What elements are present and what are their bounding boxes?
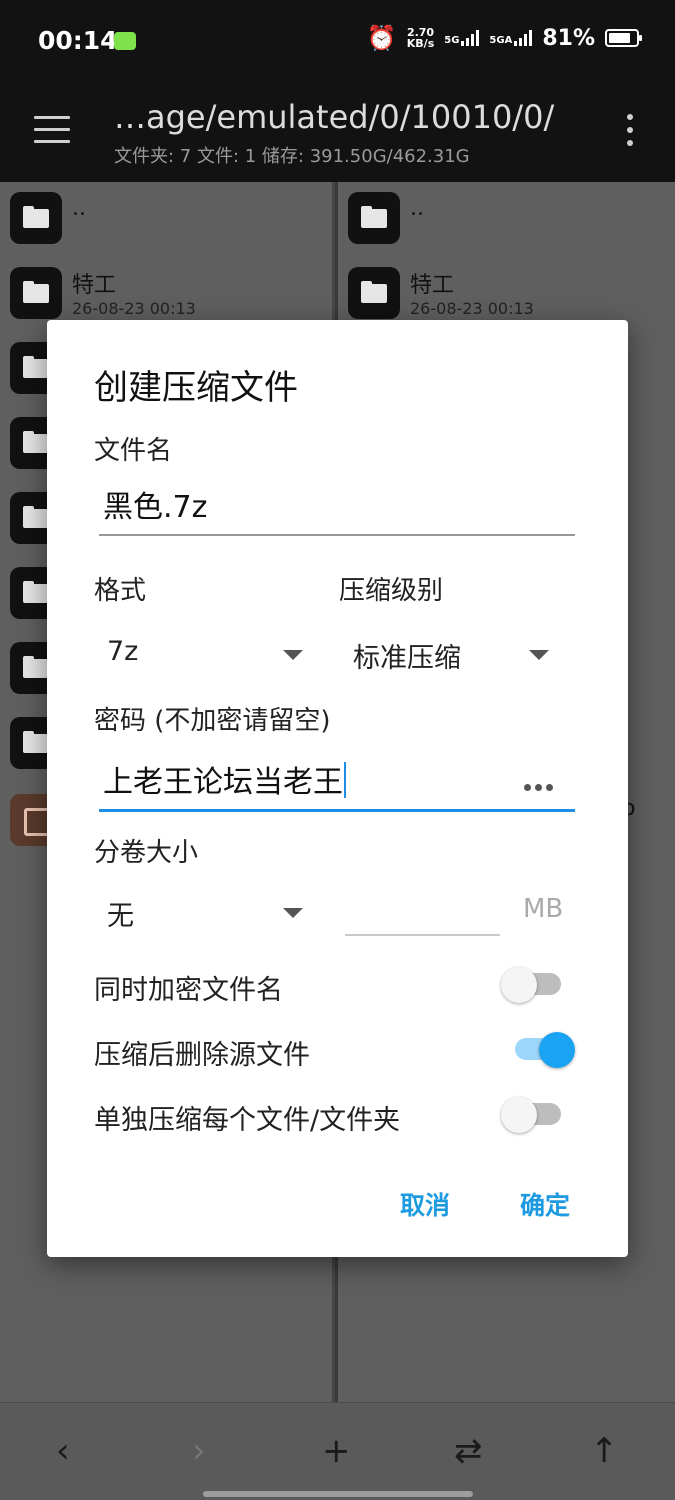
more-options-icon[interactable] bbox=[627, 114, 635, 153]
signal-2-label: 5GA bbox=[489, 35, 513, 46]
signal-1-label: 5G bbox=[444, 35, 460, 46]
swap-panes-button[interactable]: ⇄ bbox=[454, 1431, 483, 1471]
format-value: 7z bbox=[107, 636, 139, 667]
folder-icon bbox=[10, 267, 62, 319]
cancel-button[interactable]: 取消 bbox=[400, 1186, 450, 1222]
status-bar: 00:14 ⏰ 2.70 KB/s 5G 5GA 81% bbox=[0, 0, 675, 84]
network-speed-unit: KB/s bbox=[406, 37, 435, 50]
create-archive-dialog: 创建压缩文件 文件名 黑色.7z 格式 压缩级别 7z 标准压缩 密码 (不加密… bbox=[47, 320, 628, 1257]
current-path[interactable]: …age/emulated/0/10010/0/ bbox=[114, 98, 554, 136]
volume-size-unit: MB bbox=[523, 894, 564, 924]
add-button[interactable]: + bbox=[322, 1431, 351, 1471]
encrypt-filenames-toggle[interactable] bbox=[501, 965, 561, 1003]
format-label: 格式 bbox=[94, 576, 147, 606]
volume-size-value: 无 bbox=[107, 901, 134, 932]
compress-each-toggle[interactable] bbox=[501, 1095, 561, 1133]
dialog-title: 创建压缩文件 bbox=[94, 368, 298, 408]
password-label: 密码 (不加密请留空) bbox=[94, 706, 331, 736]
signal-bars-icon bbox=[514, 30, 533, 46]
network-speed: 2.70 KB/s bbox=[407, 27, 434, 49]
compress-each-label: 单独压缩每个文件/文件夹 bbox=[94, 1105, 401, 1136]
ok-button[interactable]: 确定 bbox=[520, 1186, 570, 1222]
forward-button[interactable]: › bbox=[192, 1431, 206, 1471]
menu-icon[interactable] bbox=[34, 116, 70, 144]
status-time: 00:14 bbox=[38, 26, 118, 55]
signal-1: 5G bbox=[444, 30, 480, 46]
list-item-parent[interactable]: .. bbox=[348, 192, 668, 252]
dropdown-arrow-icon bbox=[529, 650, 549, 660]
battery-icon bbox=[605, 29, 642, 47]
parent-dir-button[interactable]: ↑ bbox=[590, 1431, 619, 1471]
list-item[interactable]: 特工 26-08-23 00:13 bbox=[10, 267, 330, 327]
storage-summary: 文件夹: 7 文件: 1 储存: 391.50G/462.31G bbox=[114, 146, 470, 167]
parent-dir-label: .. bbox=[72, 196, 86, 221]
folder-icon bbox=[348, 192, 400, 244]
file-name: 特工 bbox=[72, 273, 117, 298]
filename-label: 文件名 bbox=[94, 436, 173, 466]
battery-percent: 81% bbox=[542, 25, 595, 51]
bottom-toolbar: ‹ › + ⇄ ↑ bbox=[0, 1402, 675, 1500]
status-indicators: ⏰ 2.70 KB/s 5G 5GA 81% bbox=[366, 24, 642, 52]
home-indicator[interactable] bbox=[203, 1491, 473, 1497]
dropdown-arrow-icon bbox=[283, 908, 303, 918]
delete-source-label: 压缩后删除源文件 bbox=[94, 1040, 310, 1071]
compression-level-select[interactable]: 标准压缩 bbox=[339, 628, 549, 678]
battery-fill bbox=[609, 33, 630, 43]
list-item-parent[interactable]: .. bbox=[10, 192, 330, 252]
show-password-icon[interactable] bbox=[524, 784, 553, 791]
signal-2: 5GA bbox=[489, 30, 533, 46]
list-item[interactable]: 特工 26-08-23 00:13 bbox=[348, 267, 668, 327]
signal-bars-icon bbox=[461, 30, 480, 46]
folder-icon bbox=[10, 192, 62, 244]
app-notification-icon bbox=[114, 32, 136, 50]
password-value: 上老王论坛当老王 bbox=[103, 757, 346, 801]
volume-size-input[interactable] bbox=[345, 882, 500, 936]
password-input[interactable]: 上老王论坛当老王 bbox=[99, 752, 575, 812]
app-bar: …age/emulated/0/10010/0/ 文件夹: 7 文件: 1 储存… bbox=[0, 84, 675, 182]
compression-level-value: 标准压缩 bbox=[353, 643, 461, 674]
text-caret bbox=[344, 762, 346, 798]
filename-input[interactable]: 黑色.7z bbox=[99, 480, 575, 536]
folder-icon bbox=[348, 267, 400, 319]
file-date: 26-08-23 00:13 bbox=[72, 299, 196, 318]
format-select[interactable]: 7z bbox=[93, 628, 303, 678]
file-date: 26-08-23 00:13 bbox=[410, 299, 534, 318]
volume-size-label: 分卷大小 bbox=[94, 838, 199, 868]
filename-value: 黑色.7z bbox=[103, 490, 208, 525]
encrypt-filenames-label: 同时加密文件名 bbox=[94, 975, 283, 1006]
parent-dir-label: .. bbox=[410, 196, 424, 221]
password-text: 上老王论坛当老王 bbox=[103, 765, 343, 800]
file-name: 特工 bbox=[410, 273, 455, 298]
volume-size-select[interactable]: 无 bbox=[93, 886, 303, 936]
delete-source-toggle[interactable] bbox=[515, 1030, 575, 1068]
compression-level-label: 压缩级别 bbox=[339, 576, 444, 606]
alarm-icon: ⏰ bbox=[366, 24, 397, 52]
dropdown-arrow-icon bbox=[283, 650, 303, 660]
back-button[interactable]: ‹ bbox=[56, 1431, 70, 1471]
